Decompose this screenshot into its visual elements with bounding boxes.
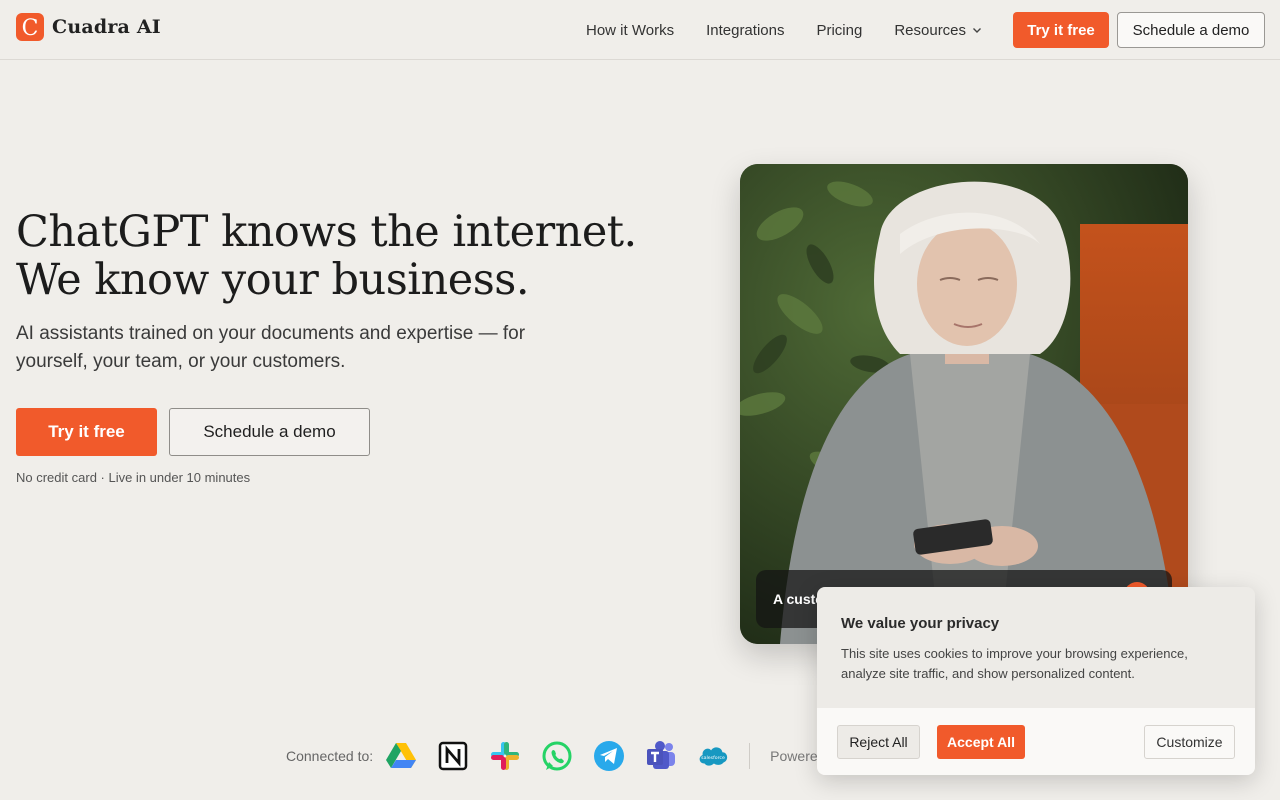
hero-try-free-button[interactable]: Try it free (16, 408, 157, 456)
divider (749, 743, 751, 769)
powered-by-label: Powere (770, 748, 818, 764)
notion-icon (437, 740, 469, 772)
nav-link-resources[interactable]: Resources (878, 22, 998, 39)
slack-icon (489, 740, 521, 772)
hero-title-line-1: ChatGPT knows the internet. (16, 207, 637, 257)
brand-name: Cuadra AI (52, 16, 161, 38)
salesforce-icon: salesforce (697, 740, 729, 772)
chevron-down-icon (973, 28, 982, 33)
accept-all-button[interactable]: Accept All (937, 725, 1025, 759)
svg-text:C: C (22, 16, 39, 41)
hero-video[interactable]: A custo (740, 164, 1188, 644)
integrations-bar: Connected to: salesforce Powere (286, 736, 818, 776)
whatsapp-icon (541, 740, 573, 772)
cookie-text: This site uses cookies to improve your b… (841, 646, 1188, 681)
cookie-footer: Reject All Accept All Customize (817, 708, 1255, 775)
svg-text:salesforce: salesforce (701, 755, 725, 761)
header-try-free-button[interactable]: Try it free (1013, 12, 1109, 48)
customize-button[interactable]: Customize (1144, 725, 1235, 759)
cookie-title: We value your privacy (841, 615, 1000, 632)
nav-link-how-it-works[interactable]: How it Works (570, 22, 690, 39)
hero-title: ChatGPT knows the internet. We know your… (16, 208, 696, 304)
hero-subtitle: AI assistants trained on your documents … (16, 323, 526, 372)
telegram-icon (593, 740, 625, 772)
hero-title-line-2: We know your business. (16, 255, 530, 305)
site-header: C Cuadra AI How it Works Integrations Pr… (0, 0, 1280, 60)
nav-link-resources-label: Resources (894, 21, 967, 39)
hero-note: No credit card · Live in under 10 minute… (16, 470, 251, 485)
google-drive-icon (385, 740, 417, 772)
teams-icon (645, 740, 677, 772)
nav-link-integrations[interactable]: Integrations (690, 22, 800, 39)
main-nav: How it Works Integrations Pricing Resour… (570, 0, 998, 60)
logo-mark-icon: C (16, 13, 44, 41)
logo[interactable]: C Cuadra AI (16, 13, 161, 41)
connected-label: Connected to: (286, 748, 374, 764)
reject-all-button[interactable]: Reject All (837, 725, 920, 759)
header-schedule-demo-button[interactable]: Schedule a demo (1117, 12, 1265, 48)
nav-link-pricing[interactable]: Pricing (800, 22, 878, 39)
hero-schedule-demo-button[interactable]: Schedule a demo (169, 408, 370, 456)
cookie-consent-dialog: We value your privacy This site uses coo… (817, 587, 1255, 775)
